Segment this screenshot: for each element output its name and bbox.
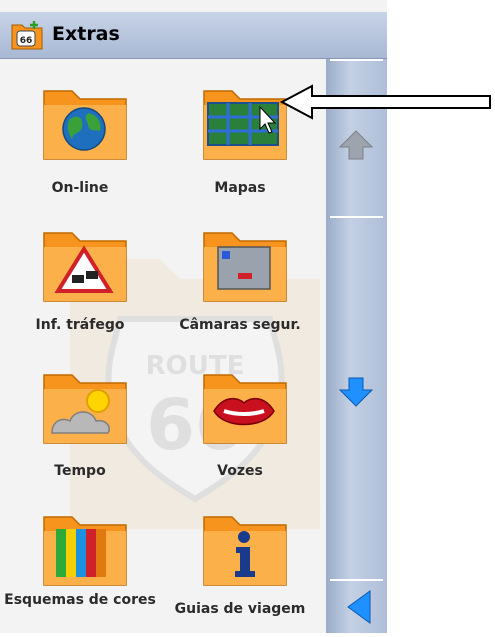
item-camaras-segur[interactable]: Câmaras segur. — [160, 207, 320, 347]
item-label: Câmaras segur. — [179, 317, 301, 333]
item-esquemas-de-cores[interactable]: Esquemas de cores — [0, 491, 160, 631]
item-label: On-line — [51, 180, 109, 196]
item-label: Vozes — [217, 463, 263, 479]
window-title: Extras — [52, 23, 120, 45]
item-label: Inf. tráfego — [35, 317, 125, 333]
title-bar: 66 Extras — [0, 12, 387, 59]
item-inf-trafego[interactable]: Inf. tráfego — [0, 207, 160, 347]
maps-folder-icon — [203, 90, 287, 160]
down-arrow-icon — [338, 377, 374, 407]
info-folder-icon — [203, 516, 287, 586]
scrollbar[interactable] — [326, 59, 387, 633]
item-label: Tempo — [54, 463, 106, 479]
traffic-warning-folder-icon — [43, 232, 127, 302]
lips-folder-icon — [203, 374, 287, 444]
speed-camera-folder-icon — [203, 232, 287, 302]
item-label: Mapas — [214, 180, 266, 196]
item-label: Esquemas de cores — [4, 592, 156, 608]
extras-grid: ROUTE 66 On-line Mapas Inf. tráfego Câma… — [0, 59, 326, 633]
globe-folder-icon — [43, 90, 127, 160]
back-arrow-icon — [347, 590, 371, 624]
item-guias-de-viagem[interactable]: Guias de viagem — [160, 491, 320, 631]
item-label: Guias de viagem — [174, 601, 306, 617]
svg-text:66: 66 — [20, 36, 33, 46]
item-tempo[interactable]: Tempo — [0, 349, 160, 489]
weather-folder-icon — [43, 374, 127, 444]
callout-arrow-icon — [280, 84, 491, 120]
item-vozes[interactable]: Vozes — [160, 349, 320, 489]
scroll-down-button[interactable] — [326, 218, 387, 579]
back-button[interactable] — [326, 581, 387, 633]
item-on-line[interactable]: On-line — [0, 65, 160, 205]
color-schemes-folder-icon — [43, 516, 127, 586]
route66-folder-icon: 66 — [11, 21, 43, 50]
